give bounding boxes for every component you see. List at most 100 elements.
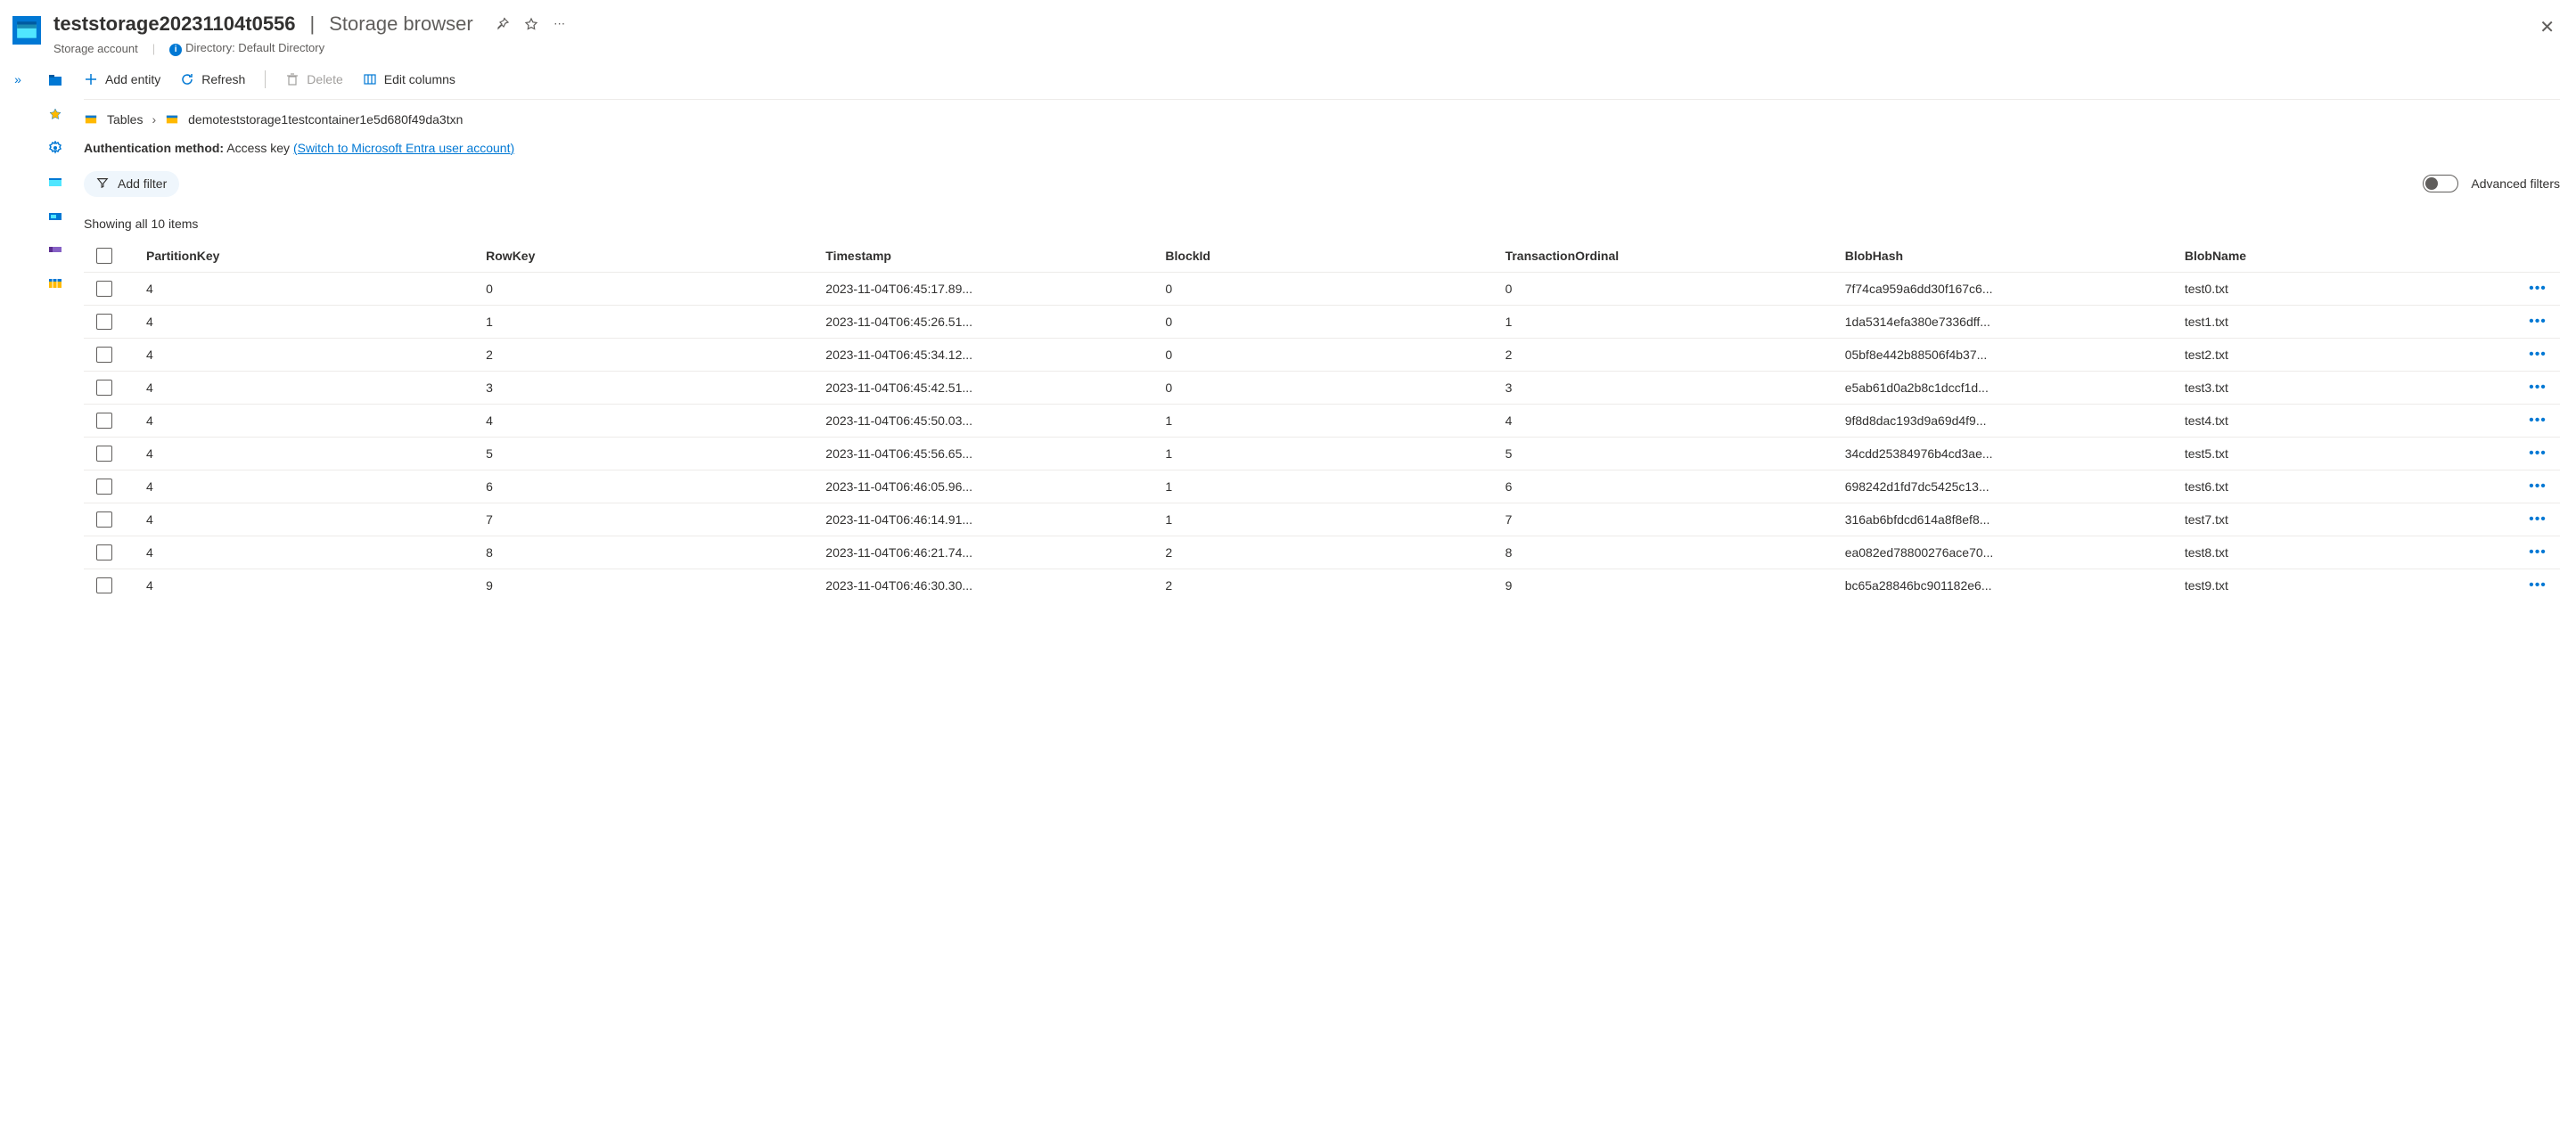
advanced-filters-label: Advanced filters [2471,176,2560,191]
col-timestamp[interactable]: Timestamp [816,247,1156,265]
cell-rowkey: 7 [477,511,816,528]
col-blockid[interactable]: BlockId [1156,247,1496,265]
row-checkbox[interactable] [96,479,112,495]
row-checkbox[interactable] [96,446,112,462]
page-title: teststorage20231104t0556 [53,12,296,36]
more-icon[interactable]: ⋯ [552,16,568,32]
cell-blockid: 1 [1156,412,1496,430]
rail-overview-icon[interactable] [47,72,63,88]
row-more-icon[interactable]: ••• [2515,380,2560,396]
row-more-icon[interactable]: ••• [2515,479,2560,495]
resource-type: Storage account [53,42,138,55]
chevron-right-icon: › [152,112,156,127]
row-more-icon[interactable]: ••• [2515,314,2560,330]
row-checkbox[interactable] [96,577,112,593]
rail-tables-icon[interactable] [47,275,63,291]
row-more-icon[interactable]: ••• [2515,544,2560,560]
table-row[interactable]: 442023-11-04T06:45:50.03...149f8d8dac193… [84,404,2560,437]
cell-partitionkey: 4 [137,280,477,298]
row-checkbox[interactable] [96,314,112,330]
row-more-icon[interactable]: ••• [2515,511,2560,528]
col-blobhash[interactable]: BlobHash [1836,247,2176,265]
chevron-expand-icon[interactable]: » [14,72,21,593]
table-row[interactable]: 432023-11-04T06:45:42.51...03e5ab61d0a2b… [84,371,2560,404]
row-more-icon[interactable]: ••• [2515,281,2560,297]
cell-transactionordinal: 8 [1497,544,1836,561]
cell-blockid: 0 [1156,379,1496,397]
row-more-icon[interactable]: ••• [2515,413,2560,429]
advanced-filters-toggle[interactable] [2423,175,2458,192]
table-row[interactable]: 492023-11-04T06:46:30.30...29bc65a28846b… [84,569,2560,601]
row-checkbox[interactable] [96,413,112,429]
cell-timestamp: 2023-11-04T06:46:05.96... [816,478,1156,495]
cell-rowkey: 9 [477,577,816,594]
col-blobname[interactable]: BlobName [2176,247,2515,265]
col-transactionordinal[interactable]: TransactionOrdinal [1497,247,1836,265]
add-entity-button[interactable]: Add entity [84,72,160,86]
auth-method-row: Authentication method: Access key (Switc… [84,139,2560,168]
cell-rowkey: 1 [477,313,816,331]
refresh-icon [180,72,194,86]
table-row[interactable]: 462023-11-04T06:46:05.96...16698242d1fd7… [84,470,2560,503]
cell-transactionordinal: 9 [1497,577,1836,594]
cell-transactionordinal: 6 [1497,478,1836,495]
close-icon[interactable]: ✕ [2536,12,2558,42]
table-row[interactable]: 472023-11-04T06:46:14.91...17316ab6bfdcd… [84,503,2560,536]
table-row[interactable]: 412023-11-04T06:45:26.51...011da5314efa3… [84,305,2560,338]
select-all-checkbox[interactable] [96,248,112,264]
cell-rowkey: 6 [477,478,816,495]
cell-blobname: test8.txt [2176,544,2515,561]
rail-favorites-icon[interactable] [47,106,63,122]
rail-fileshares-icon[interactable] [47,208,63,224]
table-row[interactable]: 482023-11-04T06:46:21.74...28ea082ed7880… [84,536,2560,569]
item-count: Showing all 10 items [84,209,2560,240]
row-checkbox[interactable] [96,281,112,297]
cell-blockid: 1 [1156,445,1496,462]
switch-auth-link[interactable]: (Switch to Microsoft Entra user account) [293,141,514,155]
rail-containers-icon[interactable] [47,174,63,190]
table-row[interactable]: 452023-11-04T06:45:56.65...1534cdd253849… [84,437,2560,470]
table-icon [165,112,179,127]
cell-blobhash: e5ab61d0a2b8c1dccf1d... [1836,379,2176,397]
row-checkbox[interactable] [96,511,112,528]
cell-blobhash: 1da5314efa380e7336dff... [1836,313,2176,331]
table-icon [84,112,98,127]
table-row[interactable]: 422023-11-04T06:45:34.12...0205bf8e442b8… [84,338,2560,371]
col-partitionkey[interactable]: PartitionKey [137,247,477,265]
row-more-icon[interactable]: ••• [2515,446,2560,462]
breadcrumb-current: demoteststorage1testcontainer1e5d680f49d… [188,112,463,127]
row-more-icon[interactable]: ••• [2515,577,2560,593]
row-checkbox[interactable] [96,347,112,363]
table-row[interactable]: 402023-11-04T06:45:17.89...007f74ca959a6… [84,272,2560,305]
directory-label: iDirectory: Default Directory [169,41,324,56]
cell-timestamp: 2023-11-04T06:45:50.03... [816,412,1156,430]
cell-blobhash: bc65a28846bc901182e6... [1836,577,2176,594]
storage-account-icon [12,16,41,45]
rail-queues-icon[interactable] [47,241,63,258]
rail-settings-icon[interactable] [47,140,63,156]
pin-icon[interactable] [495,16,511,32]
favorite-icon[interactable] [523,16,539,32]
cell-blobname: test7.txt [2176,511,2515,528]
row-more-icon[interactable]: ••• [2515,347,2560,363]
cell-blockid: 2 [1156,577,1496,594]
cell-blobhash: 9f8d8dac193d9a69d4f9... [1836,412,2176,430]
cell-rowkey: 3 [477,379,816,397]
cell-blockid: 1 [1156,511,1496,528]
cell-transactionordinal: 7 [1497,511,1836,528]
cell-blobhash: 316ab6bfdcd614a8f8ef8... [1836,511,2176,528]
row-checkbox[interactable] [96,544,112,560]
filter-icon [96,176,109,192]
breadcrumb-root[interactable]: Tables [107,112,143,127]
cell-blobname: test9.txt [2176,577,2515,594]
add-filter-button[interactable]: Add filter [84,171,179,197]
edit-columns-button[interactable]: Edit columns [363,72,455,86]
refresh-button[interactable]: Refresh [180,72,245,86]
cell-blobname: test0.txt [2176,280,2515,298]
entities-table: PartitionKey RowKey Timestamp BlockId Tr… [84,240,2560,601]
cell-blobname: test5.txt [2176,445,2515,462]
col-rowkey[interactable]: RowKey [477,247,816,265]
cell-timestamp: 2023-11-04T06:45:26.51... [816,313,1156,331]
cell-transactionordinal: 4 [1497,412,1836,430]
row-checkbox[interactable] [96,380,112,396]
